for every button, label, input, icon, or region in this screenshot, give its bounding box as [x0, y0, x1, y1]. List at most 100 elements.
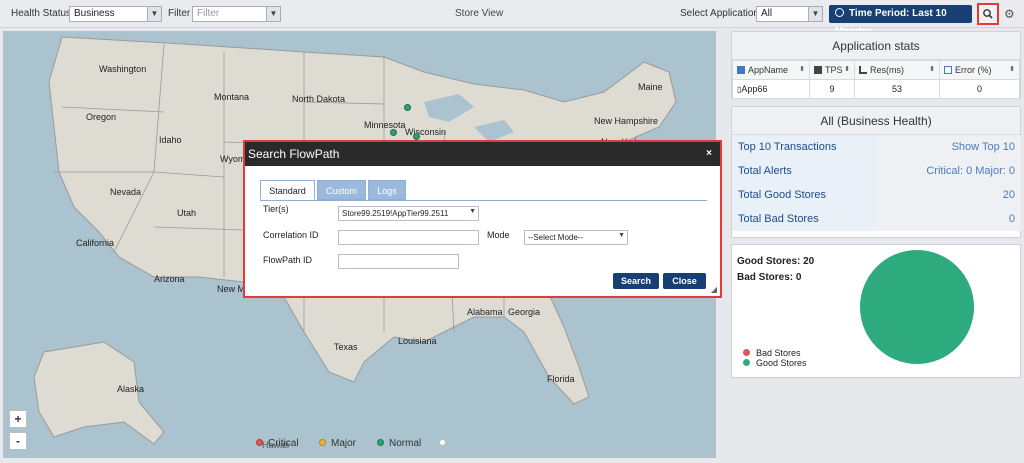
store-marker[interactable]	[413, 133, 420, 140]
chevron-down-icon: ▼	[266, 7, 280, 21]
health-row-top-transactions: Top 10 Transactions Show Top 10	[732, 135, 1021, 159]
column-header-res[interactable]: Res(ms) ⬍	[854, 60, 940, 80]
state-label: Oregon	[86, 112, 117, 122]
cell-tps: 9	[809, 79, 855, 99]
column-header-appname[interactable]: AppName ⬍	[732, 60, 810, 80]
time-period-button[interactable]: Time Period: Last 10 Minutes	[829, 5, 972, 37]
tab-divider	[260, 200, 707, 201]
tier-select[interactable]: Store99.2519!AppTier99.2511 ▼	[338, 206, 479, 221]
cell-error: 0	[939, 79, 1020, 99]
zoom-in-button[interactable]: +	[9, 410, 27, 428]
application-stats-table: AppName ⬍ TPS ⬍ Res(ms) ⬍ Error (%) ⬍ ▯App66…	[732, 60, 1020, 99]
clock-icon	[835, 8, 844, 17]
gear-icon[interactable]: ⚙	[1004, 7, 1018, 21]
critical-dot-icon	[256, 439, 263, 446]
tab-logs[interactable]: Logs	[368, 180, 406, 200]
select-application-label: Select Application	[680, 8, 759, 19]
health-label: Total Alerts	[732, 159, 876, 183]
alerts-link[interactable]: Critical: 0 Major: 0	[876, 159, 1021, 183]
state-label: North Dakota	[292, 94, 346, 104]
flowpath-id-label: FlowPath ID	[263, 255, 313, 265]
pie-slice-good-stores[interactable]	[860, 250, 974, 364]
sort-icon: ⬍	[1009, 66, 1015, 73]
store-pie-panel: Good Stores: 20 Bad Stores: 0 Bad Stores…	[731, 244, 1021, 378]
mode-select[interactable]: --Select Mode-- ▼	[524, 230, 628, 245]
major-dot-icon	[319, 439, 326, 446]
health-status-label: Health Status	[11, 8, 72, 19]
health-status-select[interactable]: Business ▼	[69, 6, 162, 22]
app-icon	[737, 66, 745, 74]
legend-item-good-stores[interactable]: Good Stores	[743, 358, 807, 368]
state-label: Maine	[638, 82, 663, 92]
state-label: Utah	[177, 208, 197, 218]
column-header-tps[interactable]: TPS ⬍	[809, 60, 855, 80]
bad-dot-icon	[743, 349, 750, 356]
show-top-10-link[interactable]: Show Top 10	[876, 135, 1021, 159]
state-label: Wisconsin	[405, 127, 447, 137]
top-toolbar: Health Status Business ▼ Filter Filter ▼…	[0, 0, 1024, 37]
panel-title: All (Business Health)	[732, 107, 1020, 135]
search-button[interactable]	[977, 3, 999, 25]
state-label: Alabama	[467, 307, 503, 317]
state-label: Louisiana	[398, 336, 437, 346]
state-label: California	[76, 238, 115, 248]
health-row-total-alerts: Total Alerts Critical: 0 Major: 0	[732, 159, 1021, 183]
zoom-out-button[interactable]: -	[9, 432, 27, 450]
health-label: Total Good Stores	[732, 183, 876, 207]
state-label: Washington	[99, 64, 147, 74]
mode-label: Mode	[487, 230, 510, 240]
search-flowpath-dialog: Search FlowPath × Standard Custom Logs T…	[243, 140, 722, 298]
legend-item-bad-stores[interactable]: Bad Stores	[743, 348, 801, 358]
state-label: Idaho	[159, 135, 182, 145]
chevron-down-icon: ▼	[147, 7, 161, 21]
chevron-down-icon: ▼	[618, 232, 625, 239]
chevron-down-icon: ▼	[469, 208, 476, 215]
business-health-panel: All (Business Health) Top 10 Transaction…	[731, 106, 1021, 238]
search-submit-button[interactable]: Search	[613, 273, 659, 289]
flowpath-id-input[interactable]	[338, 254, 459, 269]
state-label: Nevada	[110, 187, 142, 197]
store-marker[interactable]	[404, 104, 411, 111]
tps-icon	[814, 66, 822, 74]
state-label: Florida	[547, 374, 575, 384]
bad-stores-link[interactable]: 0	[876, 207, 1021, 231]
dialog-header: Search FlowPath ×	[245, 142, 720, 166]
good-stores-link[interactable]: 20	[876, 183, 1021, 207]
sort-icon: ⬍	[929, 66, 935, 73]
health-label: Total Bad Stores	[732, 207, 876, 231]
close-icon[interactable]: ×	[706, 142, 712, 166]
resize-handle-icon[interactable]: ◢	[711, 285, 717, 294]
state-label: Georgia	[508, 307, 541, 317]
legend-item-major[interactable]: Major	[319, 438, 356, 449]
application-stats-panel: Application stats AppName ⬍ TPS ⬍ Res(ms) ⬍…	[731, 31, 1021, 99]
select-application-select[interactable]: All ▼	[756, 6, 823, 22]
table-row[interactable]: ▯App66 9 53 0	[732, 79, 1020, 99]
legend-item-normal[interactable]: Normal	[377, 438, 421, 449]
store-marker[interactable]	[390, 129, 397, 136]
state-label: Montana	[214, 92, 250, 102]
tab-custom[interactable]: Custom	[317, 180, 366, 200]
chevron-down-icon: ▼	[808, 7, 822, 21]
search-icon	[983, 9, 993, 19]
health-row-good-stores: Total Good Stores 20	[732, 183, 1021, 207]
normal-dot-icon	[377, 439, 384, 446]
state-label: Minnesota	[364, 120, 406, 130]
panel-title: Application stats	[732, 32, 1020, 60]
dialog-title: Search FlowPath	[248, 147, 340, 161]
legend-item-other[interactable]	[439, 438, 451, 449]
state-label: Arizona	[154, 274, 185, 284]
sort-icon: ⬍	[799, 66, 805, 73]
state-label: Alaska	[117, 384, 145, 394]
cell-appname: ▯App66	[732, 79, 810, 99]
filter-label: Filter	[168, 8, 191, 19]
legend-item-critical[interactable]: Critical	[256, 438, 299, 449]
column-header-error[interactable]: Error (%) ⬍	[939, 60, 1020, 80]
error-icon	[944, 66, 952, 74]
tab-standard[interactable]: Standard	[260, 180, 315, 200]
health-row-bad-stores: Total Bad Stores 0	[732, 207, 1021, 231]
correlation-id-input[interactable]	[338, 230, 479, 245]
close-button[interactable]: Close	[663, 273, 706, 289]
page-title: Store View	[455, 8, 504, 19]
filter-select[interactable]: Filter ▼	[192, 6, 281, 22]
correlation-id-label: Correlation ID	[263, 230, 319, 240]
